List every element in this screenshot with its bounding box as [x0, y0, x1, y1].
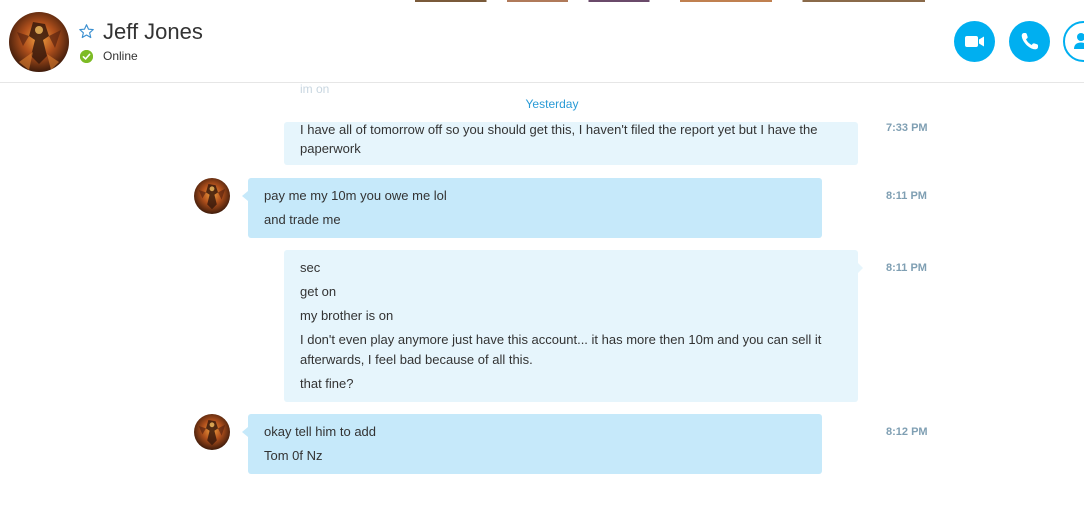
- message-timestamp: 8:11 PM: [886, 190, 927, 202]
- favorite-star-icon[interactable]: [78, 23, 95, 40]
- message-line: Tom 0f Nz: [264, 448, 323, 463]
- faded-message: im on: [300, 82, 330, 96]
- avatar-image: [194, 414, 230, 450]
- add-person-icon: [1074, 33, 1084, 49]
- message-line: my brother is on: [300, 308, 394, 323]
- status-text: Online: [103, 49, 138, 63]
- message-timestamp: 7:33 PM: [886, 122, 928, 134]
- message-timestamp: 8:11 PM: [886, 262, 927, 274]
- incoming-message[interactable]: okay tell him to add Tom 0f Nz: [248, 414, 822, 474]
- message-line: I don't even play anymore just have this…: [300, 332, 822, 347]
- outgoing-message[interactable]: sec get on my brother is on I don't even…: [284, 250, 858, 402]
- message-line: sec: [300, 260, 321, 275]
- day-separator: Yesterday: [525, 97, 579, 111]
- contact-avatar[interactable]: [9, 12, 69, 72]
- decorative-strip: [415, 0, 925, 2]
- sender-avatar[interactable]: [194, 414, 230, 450]
- sender-avatar[interactable]: [194, 178, 230, 214]
- online-status-icon: [80, 50, 93, 63]
- video-camera-icon: [965, 36, 984, 47]
- incoming-message[interactable]: pay me my 10m you owe me lol and trade m…: [248, 178, 822, 238]
- bubble-tail: [858, 263, 863, 273]
- message-line: paperwork: [300, 141, 361, 156]
- video-call-button[interactable]: [954, 21, 995, 62]
- contact-name[interactable]: Jeff Jones: [103, 19, 203, 45]
- message-timestamp: 8:12 PM: [886, 426, 928, 438]
- avatar-image: [9, 12, 69, 72]
- message-line: that fine?: [300, 376, 354, 391]
- audio-call-button[interactable]: [1009, 21, 1050, 62]
- avatar-image: [194, 178, 230, 214]
- message-line: okay tell him to add: [264, 424, 377, 439]
- conversation-header: Jeff Jones Online: [0, 0, 1084, 83]
- message-line: and trade me: [264, 212, 341, 227]
- message-line: afterwards, I feel bad because of all th…: [300, 352, 533, 367]
- message-line: I have all of tomorrow off so you should…: [300, 122, 818, 137]
- add-people-button[interactable]: [1063, 21, 1084, 62]
- message-line: get on: [300, 284, 337, 299]
- outgoing-message[interactable]: I have all of tomorrow off so you should…: [284, 122, 858, 165]
- message-line: pay me my 10m you owe me lol: [264, 188, 447, 203]
- phone-icon: [1021, 33, 1038, 50]
